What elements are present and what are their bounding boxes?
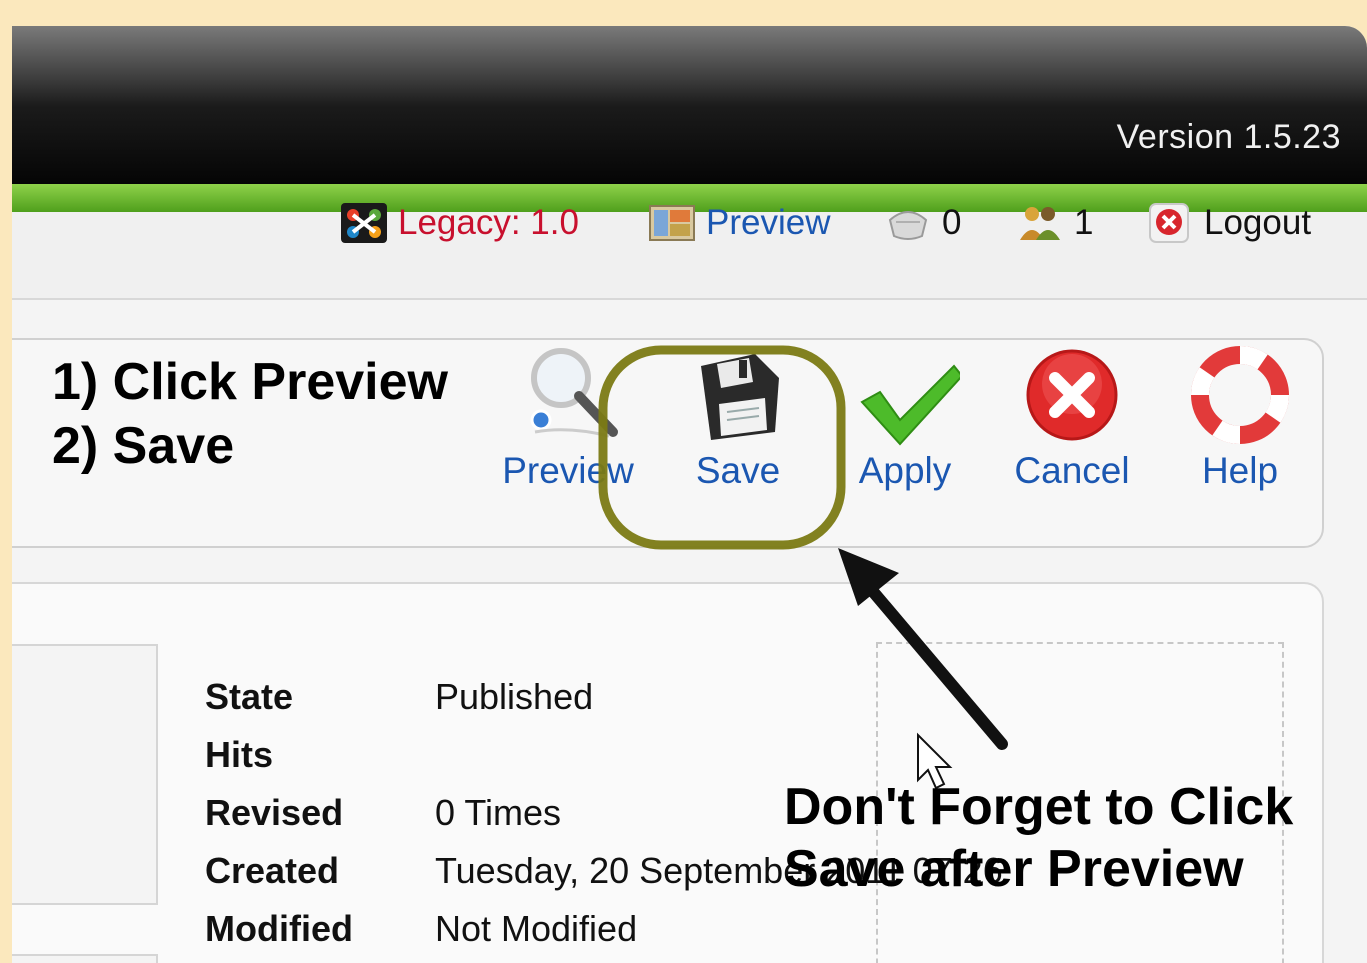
messages-indicator[interactable]: 0 [884, 198, 961, 248]
left-editor-panel-lower [12, 954, 158, 963]
users-icon [1020, 207, 1060, 240]
users-count: 1 [1074, 203, 1094, 242]
toolbar-apply-button[interactable]: Apply [840, 340, 970, 510]
logout-link[interactable]: Logout [1146, 198, 1311, 248]
logout-label: Logout [1204, 203, 1312, 242]
preview-site-icon [649, 205, 695, 241]
cancel-icon [1026, 349, 1118, 441]
toolbar-help-label: Help [1201, 450, 1279, 491]
messages-count: 0 [942, 203, 962, 242]
users-online-indicator[interactable]: 1 [1016, 198, 1093, 248]
version-label: Version 1.5.23 [1116, 118, 1341, 156]
toolbar-cancel-label: Cancel [1014, 450, 1130, 491]
detail-key: Created [205, 850, 340, 891]
preview-site-link[interactable]: Preview [648, 198, 830, 248]
detail-value: Not Modified [435, 908, 638, 949]
messages-icon [888, 211, 928, 240]
toolbar-apply-label: Apply [858, 450, 952, 491]
toolbar-save-button[interactable]: Save [668, 340, 808, 510]
detail-key: Revised [205, 792, 344, 833]
detail-key: Hits [205, 734, 274, 775]
legacy-status[interactable]: Legacy: 1.0 [340, 198, 579, 248]
joomla-icon [341, 203, 387, 243]
left-editor-panel [12, 644, 158, 905]
checkmark-icon [860, 364, 960, 446]
instruction-text: 1) Click Preview 2) Save [52, 350, 448, 478]
toolbar-preview-button[interactable]: Preview [498, 340, 638, 510]
detail-key: Modified [205, 908, 353, 949]
detail-value: 0 Times [435, 792, 562, 833]
instruction-line-1: 1) Click Preview [52, 353, 448, 411]
logout-icon [1149, 203, 1189, 243]
lifebuoy-icon [1191, 346, 1289, 444]
header-bar: Version 1.5.23 [12, 26, 1367, 184]
toolbar-preview-label: Preview [502, 450, 634, 491]
callout-line-1: Don't Forget to Click [784, 778, 1294, 836]
legacy-label: Legacy: 1.0 [398, 203, 579, 242]
toolbar-help-button[interactable]: Help [1170, 340, 1310, 510]
instruction-line-2: 2) Save [52, 417, 235, 475]
toolbar-cancel-button[interactable]: Cancel [1002, 340, 1142, 510]
toolbar-save-label: Save [695, 450, 781, 491]
magnifier-icon [530, 348, 618, 438]
detail-key: State [205, 676, 294, 717]
floppy-disk-icon [701, 354, 779, 440]
callout-text: Don't Forget to Click Save after Preview [784, 776, 1293, 900]
callout-line-2: Save after Preview [784, 840, 1244, 898]
detail-value: Published [435, 676, 594, 717]
preview-site-label: Preview [706, 203, 831, 242]
